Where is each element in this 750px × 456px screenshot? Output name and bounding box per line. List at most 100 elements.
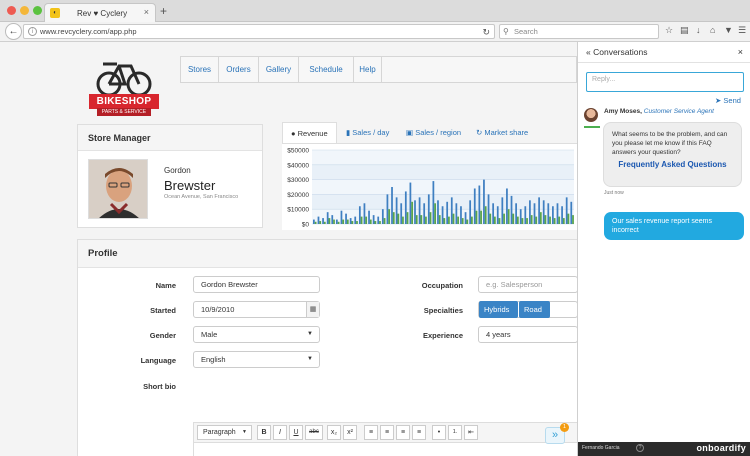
specialty-tag-road[interactable]: Road (519, 301, 550, 318)
agent-name: Amy Moses, (604, 108, 642, 115)
url-bar[interactable]: i www.revcyclery.com/app.php ↻ (23, 24, 495, 39)
hamburger-menu-icon[interactable]: ☰ (738, 25, 746, 36)
occupation-field[interactable]: e.g. Salesperson (478, 276, 577, 293)
subscript-button[interactable]: x₂ (327, 425, 341, 440)
revenue-bar-series1 (455, 203, 458, 224)
menu-item-gallery[interactable]: Gallery (259, 57, 299, 82)
outdent-button[interactable]: ⇤ (464, 425, 478, 440)
revenue-bar-series2 (461, 218, 464, 224)
browser-nav-bar: ← i www.revcyclery.com/app.php ↻ ⚲ Searc… (0, 22, 750, 42)
revenue-bar-series2 (420, 215, 423, 224)
manager-last-name: Brewster (164, 178, 216, 193)
tab-sales-region[interactable]: ▣ Sales / region (398, 122, 468, 144)
numbered-list-button[interactable]: 1. (448, 425, 462, 440)
revenue-bar-series1 (483, 179, 485, 224)
agent-message: What seems to be the problem, and can yo… (612, 131, 728, 156)
tab-close-icon[interactable]: × (144, 7, 149, 17)
send-button[interactable]: ➤ Send (715, 96, 741, 105)
tab-revenue[interactable]: ● Revenue (282, 122, 337, 144)
pocket-icon[interactable]: ▼ (724, 25, 733, 35)
faq-link[interactable]: Frequently Asked Questions (612, 160, 733, 169)
gender-select[interactable]: Male ▼ (193, 326, 320, 343)
revenue-bar-series2 (319, 221, 322, 224)
search-input[interactable]: ⚲ Search (499, 24, 659, 39)
calendar-icon[interactable]: ▦ (306, 302, 319, 317)
align-justify-button[interactable]: ≡ (412, 425, 426, 440)
paragraph-format-select[interactable]: Paragraph ▼ (197, 425, 252, 440)
paragraph-format-value: Paragraph (203, 429, 236, 436)
align-center-button[interactable]: ≡ (380, 425, 394, 440)
revenue-bar-series2 (512, 213, 515, 224)
short-bio-editor[interactable] (193, 443, 577, 456)
revenue-bar-series2 (392, 212, 395, 224)
bookmark-star-icon[interactable]: ☆ (665, 25, 673, 36)
zoom-window-button[interactable] (33, 6, 42, 15)
revenue-bar-series2 (388, 209, 391, 224)
experience-label: Experience (422, 331, 463, 340)
logo-tagline: PARTS & SERVICE (97, 108, 151, 116)
revenue-bar-series1 (478, 185, 481, 224)
superscript-button[interactable]: x² (343, 425, 357, 440)
bikeshop-logo[interactable]: BIKESHOP PARTS & SERVICE (83, 58, 165, 122)
language-select[interactable]: English ▼ (193, 351, 320, 368)
revenue-bar-series1 (340, 210, 343, 224)
revenue-bar-series1 (427, 194, 430, 224)
revenue-bar-series1 (538, 197, 540, 224)
revenue-bar-series1 (533, 203, 536, 224)
reload-icon[interactable]: ↻ (482, 25, 490, 39)
reply-input[interactable]: Reply... (586, 72, 744, 92)
revenue-bar-series2 (526, 218, 528, 224)
revenue-bar-series1 (368, 210, 370, 224)
experience-field[interactable]: 4 years (478, 326, 577, 343)
specialty-tag-hybrids[interactable]: Hybrids (479, 301, 518, 318)
help-icon[interactable]: ? (636, 444, 644, 452)
chevron-down-icon: ▼ (307, 356, 313, 362)
back-button[interactable]: ← (5, 23, 22, 40)
logo-brand: BIKESHOP (89, 94, 159, 109)
revenue-bar-series1 (529, 200, 531, 224)
info-icon[interactable]: i (28, 27, 37, 36)
revenue-bar-series1 (515, 203, 517, 224)
minimize-window-button[interactable] (20, 6, 29, 15)
align-right-button[interactable]: ≡ (396, 425, 410, 440)
revenue-bar-series1 (349, 218, 352, 224)
close-window-button[interactable] (7, 6, 16, 15)
footer-user-name[interactable]: Fernando Garcia (582, 445, 620, 451)
italic-button[interactable]: I (273, 425, 287, 440)
revenue-bar-series1 (391, 187, 393, 224)
browser-tab[interactable]: ◐ Rev ♥ Cyclery × (44, 3, 156, 22)
strikethrough-button[interactable]: abc (305, 425, 323, 440)
revenue-bar-series2 (397, 213, 400, 224)
revenue-bar-series1 (404, 191, 407, 224)
agent-avatar (584, 108, 598, 122)
manager-address: Ocean Avenue, San Francisco (164, 194, 239, 200)
collapse-icon[interactable]: « (586, 47, 591, 57)
bullet-list-button[interactable]: • (432, 425, 446, 440)
menu-item-orders[interactable]: Orders (219, 57, 259, 82)
revenue-bar-series1 (313, 219, 315, 224)
tab-market-share[interactable]: ↻ Market share (468, 122, 538, 144)
close-icon[interactable]: × (738, 42, 743, 63)
align-left-button[interactable]: ≡ (364, 425, 378, 440)
started-date-field[interactable]: 10/9/2010 ▦ (193, 301, 320, 318)
main-menu: Stores Orders Gallery Schedule Help (180, 56, 577, 83)
new-tab-button[interactable]: + (160, 4, 167, 18)
menu-item-stores[interactable]: Stores (181, 57, 219, 82)
specialties-field[interactable]: Hybrids Road (478, 301, 577, 318)
home-icon[interactable]: ⌂ (710, 25, 715, 35)
menu-item-help[interactable]: Help (354, 57, 382, 82)
name-field[interactable]: Gordon Brewster (193, 276, 320, 293)
reading-list-icon[interactable]: ▤ (680, 25, 689, 36)
bold-button[interactable]: B (257, 425, 271, 440)
y-tick-label: $50000 (287, 148, 309, 155)
menu-item-schedule[interactable]: Schedule (299, 57, 354, 82)
chart-tabs: ● Revenue ▮ Sales / day ▣ Sales / region… (282, 122, 577, 144)
revenue-bar-series2 (562, 218, 565, 224)
language-value: English (201, 355, 226, 364)
download-icon[interactable]: ↓ (696, 25, 701, 35)
editor-toolbar: Paragraph ▼ B I U abc x₂ x² ≡ ≡ ≡ ≡ • 1.… (193, 422, 577, 443)
tab-sales-day[interactable]: ▮ Sales / day (338, 122, 398, 144)
underline-button[interactable]: U (289, 425, 303, 440)
revenue-bar-series2 (374, 221, 377, 224)
revenue-bar-series2 (558, 216, 561, 224)
